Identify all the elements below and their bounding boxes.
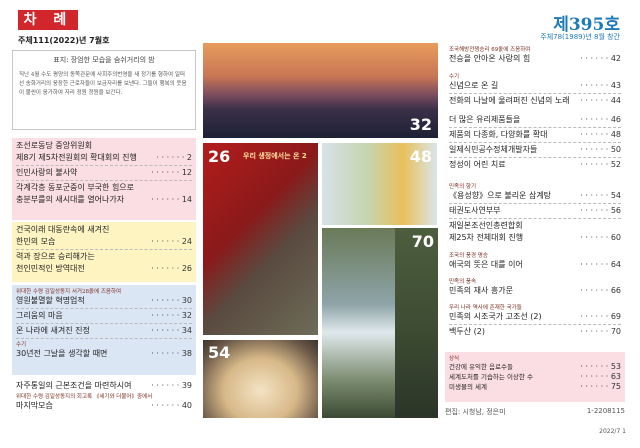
toc-right-e: 조국의 풍경 명승 애국의 뜻은 대를 이어 · · · · · · 64 <box>445 249 625 273</box>
photo-cliff[interactable]: 70 <box>395 228 438 418</box>
photo-pharmacy[interactable]: 26 우리 생정에서는 온 2 <box>203 143 318 335</box>
toc-entry[interactable]: 민족의 시조국가 고조선 (2) · · · · · · 69 <box>449 311 621 323</box>
toc-entry[interactable]: 천인민적인 방역대전 · · · · · · 26 <box>16 263 192 275</box>
toc-entry[interactable]: 태권도사연부부 · · · · · · 56 <box>449 205 621 217</box>
toc-entry[interactable]: 그리움의 마음 · · · · · · 32 <box>16 310 192 322</box>
toc-entry[interactable]: 민족의 재사 흥가문 · · · · · · 66 <box>449 285 621 297</box>
toc-right-d: 민족의 향기 《용성향》으로 불리운 삼계탕 · · · · · · 54 태권도… <box>445 180 625 246</box>
editor-names: 편집: 시청남, 정은미 <box>445 408 506 416</box>
toc-entry[interactable]: 신념으로 온 길 · · · · · · 43 <box>449 80 621 92</box>
toc-entry[interactable]: 일제식민공수정체개발자들 · · · · · · 50 <box>449 144 621 156</box>
section-caption: 민족의 향기 <box>449 184 477 190</box>
toc-entry[interactable]: 마지막모습 · · · · · · 40 <box>16 400 192 412</box>
toc-entry[interactable]: 전승을 안아온 사랑의 힘 · · · · · · 42 <box>449 53 621 65</box>
section-caption: 위대한 수령 김일성동지 서거28돐에 즈음하여 <box>16 289 122 295</box>
editor-line: 편집: 시청남, 정은미 1-2208115 <box>445 407 625 417</box>
toc-right-a: 조국해방전쟁승리 69돐에 즈음하여 전승을 안아온 사랑의 힘 · · · · … <box>445 43 625 67</box>
toc-entry[interactable]: 충분부를의 새시대를 열어나가자 · · · · · · 14 <box>16 194 192 206</box>
section-caption: 상식 <box>449 356 460 362</box>
photo-page-number: 54 <box>208 343 231 362</box>
toc-entry[interactable]: 건강에 유익한 음료수들 · · · · · · 53 <box>449 362 621 372</box>
toc-entry[interactable]: 30년전 그날을 생각할 때면 · · · · · · 38 <box>16 348 192 360</box>
toc-entry[interactable]: 재일본조선인총련합회 <box>449 220 621 232</box>
issue-date-left: 주체111(2022)년 7월호 <box>18 36 110 45</box>
toc-section-1: 조선로동당 중앙위원회 제8기 제5차전원회의 확대회의 진행 · · · · ·… <box>12 138 196 220</box>
toc-entry[interactable]: 전화의 나날에 울려퍼진 신념의 노래 · · · · · · 44 <box>449 95 621 107</box>
toc-entry[interactable]: 《용성향》으로 불리운 삼계탕 · · · · · · 54 <box>449 190 621 202</box>
toc-entry[interactable]: 한민의 모습 · · · · · · 24 <box>16 236 192 248</box>
photo-night-city[interactable]: 32 <box>203 43 438 138</box>
toc-entry[interactable]: 더 많은 유리제품들을 · · · · · · 46 <box>449 114 621 126</box>
photo-dish[interactable]: 54 <box>203 340 318 418</box>
section-caption: 수기 <box>449 74 460 80</box>
toc-entry[interactable]: 력과 장으로 승리해가는 <box>16 251 192 263</box>
publication-code: 1-2208115 <box>586 407 625 415</box>
toc-entry[interactable]: 제품의 다종화, 다양화를 확대 · · · · · · 48 <box>449 129 621 141</box>
toc-entry[interactable]: 세계도처를 기습하는 이상한 수 · · · · · · 63 <box>449 372 621 382</box>
toc-entry[interactable]: 건국이래 대동란속에 새겨진 <box>16 224 192 236</box>
toc-entry[interactable]: 인민사랑의 불사약 · · · · · · 12 <box>16 167 192 179</box>
cover-description: 표지: 장엄한 모습을 숨쉬거리의 밤 직난 4월 수도 평양의 동쪽관문에 사… <box>12 50 196 130</box>
issue-founded: 주체78(1989)년 8월 창간 <box>540 33 620 41</box>
toc-entry[interactable]: 영원불멸할 혁명업적 · · · · · · 30 <box>16 295 192 307</box>
toc-entry[interactable]: 제25차 전체대회 진행 · · · · · · 60 <box>449 232 621 244</box>
toc-section-3: 위대한 수령 김일성동지 서거28돐에 즈음하여 영원불멸할 혁명업적 · · ·… <box>12 285 196 375</box>
toc-entry[interactable]: 각계각층 동포군중이 부국한 힘으로 <box>16 182 192 194</box>
toc-section-2: 건국이래 대동란속에 새겨진 한민의 모습 · · · · · · 24 력과 장… <box>12 222 196 282</box>
toc-right-c: 더 많은 유리제품들을 · · · · · · 46 제품의 다종화, 다양화를 … <box>445 112 625 173</box>
photo-banner-text: 우리 생정에서는 온 2 <box>243 152 307 160</box>
toc-entry[interactable]: 애국의 뜻은 대를 이어 · · · · · · 64 <box>449 259 621 271</box>
section-caption: 민족의 풍속 <box>449 279 477 285</box>
toc-right-b: 수기 신념으로 온 길 · · · · · · 43 전화의 나날에 울려퍼진 신… <box>445 70 625 109</box>
toc-entry[interactable]: 백두산 (2) · · · · · · 70 <box>449 326 621 338</box>
section-caption: 위대한 수령 김일성동지의 회고록 《세기와 더불어》중에서 <box>16 394 153 400</box>
toc-right-g: 우리 나라 역사에 존재한 국가들 민족의 시조국가 고조선 (2) · · · … <box>445 301 625 340</box>
section-caption: 수기 <box>16 342 27 348</box>
section-caption: 우리 나라 역사에 존재한 국가들 <box>449 305 522 311</box>
toc-entry[interactable]: 정성이 어린 치료 · · · · · · 52 <box>449 159 621 171</box>
toc-section-5: 자주통일의 근본조건을 마련하시여 · · · · · · 39 위대한 수령 김… <box>12 378 196 418</box>
toc-entry[interactable]: 미생물의 세계 · · · · · · 75 <box>449 382 621 392</box>
toc-entry[interactable]: 온 나라에 새겨진 진정 · · · · · · 34 <box>16 325 192 337</box>
contents-label: 차 례 <box>18 10 78 30</box>
toc-right-f: 민족의 풍속 민족의 재사 흥가문 · · · · · · 66 <box>445 275 625 299</box>
toc-entry[interactable]: 제8기 제5차전원회의 확대회의 진행 · · · · · · 2 <box>16 152 192 164</box>
photo-page-number: 26 <box>208 147 231 166</box>
toc-right-h: 상식 건강에 유익한 음료수들 · · · · · · 53 세계도처를 기습하는… <box>445 352 625 402</box>
cover-title: 표지: 장엄한 모습을 숨쉬거리의 밤 <box>53 56 155 64</box>
photo-page-number: 32 <box>409 115 432 134</box>
photo-page-number: 70 <box>411 232 434 251</box>
section-caption: 조국의 풍경 명승 <box>449 253 488 259</box>
photo-waterfall[interactable] <box>322 228 395 418</box>
cover-body: 직난 4월 수도 평양의 동쪽관문에 사회주의번영을 새 정기를 형하여 일떠선… <box>19 72 187 96</box>
photo-page-number: 48 <box>409 147 432 166</box>
toc-entry[interactable]: 자주통일의 근본조건을 마련하시여 · · · · · · 39 <box>16 380 192 392</box>
section-caption: 조국해방전쟁승리 69돐에 즈음하여 <box>449 47 531 53</box>
photo-store[interactable]: 48 <box>322 143 437 225</box>
page-footer: 2022/7 1 <box>599 428 626 435</box>
toc-entry[interactable]: 조선로동당 중앙위원회 <box>16 140 192 152</box>
